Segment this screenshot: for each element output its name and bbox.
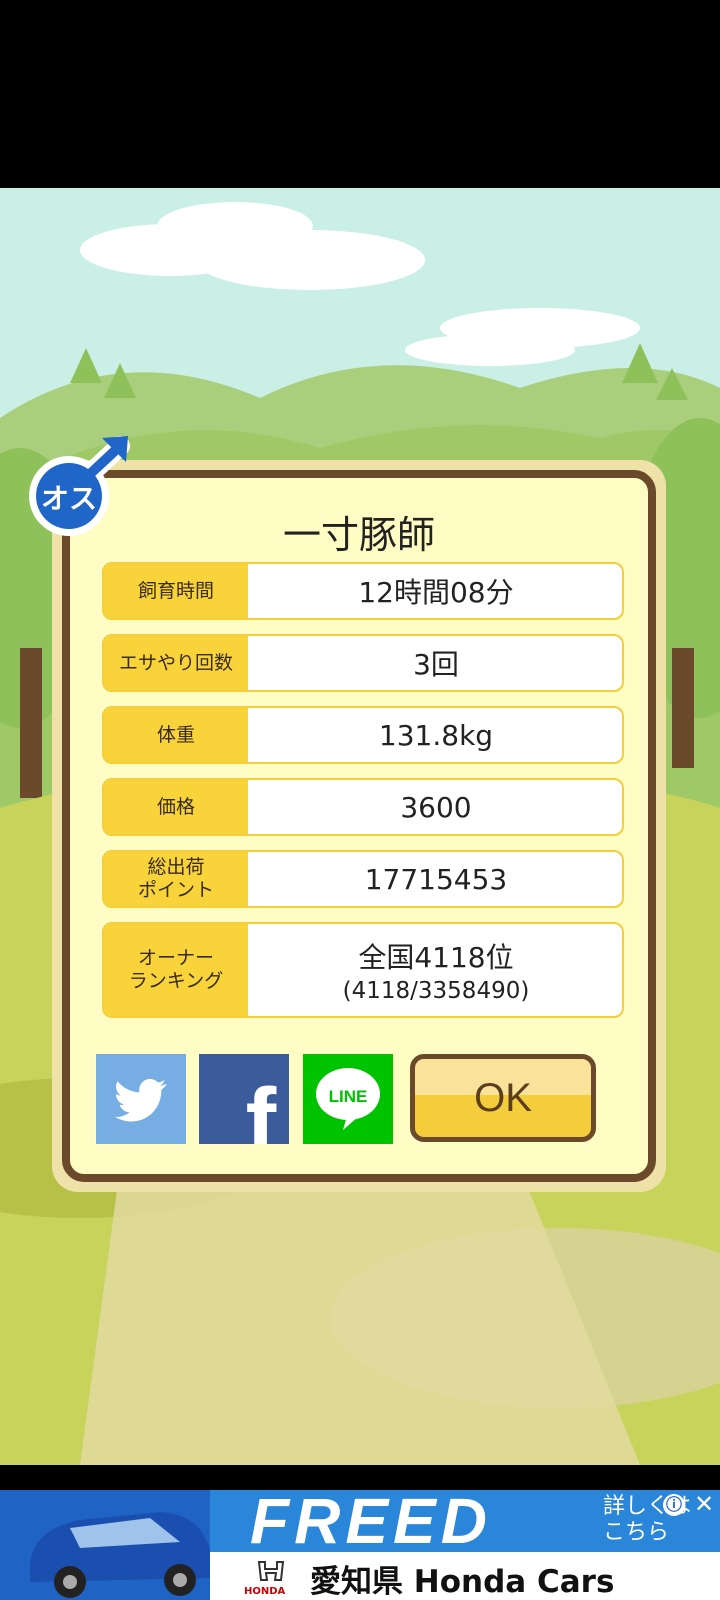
ranking-detail: (4118/3358490) [342,978,530,1004]
clouds [80,202,640,366]
ad-info-icon[interactable]: ⓘ [663,1494,685,1516]
dialog-title: 一寸豚師 [282,513,435,557]
row-value: 17715453 [364,862,508,896]
row-label: オーナー ランキング [104,924,248,1016]
row-total-points: 総出荷 ポイント 17715453 [102,850,624,908]
row-value: 12時間08分 [358,576,514,609]
row-label: エサやり回数 [104,636,248,690]
row-feed-count: エサやり回数 3回 [102,634,624,692]
male-gender-badge: オス [24,434,132,538]
ad-close-icon[interactable]: ✕ [694,1490,714,1518]
row-price: 価格 3600 [102,778,624,836]
twitter-bird-icon [114,1079,167,1122]
row-value: 全国4118位 (4118/3358490) [250,924,622,1016]
row-label: 飼育時間 [104,564,248,618]
ad-dealer-text: 愛知県 Honda Cars [310,1564,615,1600]
ad-banner[interactable]: FREED 詳しくは こちら ⓘ ✕ HONDA 愛知県 Honda Cars [0,1490,720,1600]
male-symbol-icon: オス [29,436,130,536]
gender-badge-text: オス [41,482,97,515]
row-label: 価格 [104,780,248,834]
ranking-main: 全国4118位 [358,941,514,974]
row-value: 3600 [400,790,472,824]
row-label: 総出荷 ポイント [104,852,248,906]
svg-text:LINE: LINE [329,1087,368,1106]
row-owner-ranking: オーナー ランキング 全国4118位 (4118/3358490) [102,922,624,1018]
row-label: 体重 [104,708,248,762]
row-value: 131.8kg [378,718,494,752]
facebook-share-button[interactable]: f [199,1054,289,1172]
twitter-share-button[interactable] [96,1054,186,1144]
ok-button[interactable]: OK [410,1054,596,1142]
bottom-black-bar [0,1465,720,1490]
svg-text:f: f [246,1070,277,1144]
line-share-button[interactable]: LINE [303,1054,393,1144]
row-feeding-time: 飼育時間 12時間08分 [102,562,624,620]
ad-brand-text: HONDA [244,1586,286,1597]
line-logo-icon: LINE [316,1068,380,1130]
row-value: 3回 [413,648,459,681]
car-image [30,1512,214,1598]
ad-title: FREED [250,1490,492,1557]
result-dialog: 一寸豚師 飼育時間 12時間08分 エサやり回数 3回 体重 131.8kg 価… [62,470,656,1182]
top-black-bar [0,0,720,188]
row-weight: 体重 131.8kg [102,706,624,764]
facebook-f-icon: f [246,1070,277,1172]
honda-h-logo-icon [257,1561,285,1581]
